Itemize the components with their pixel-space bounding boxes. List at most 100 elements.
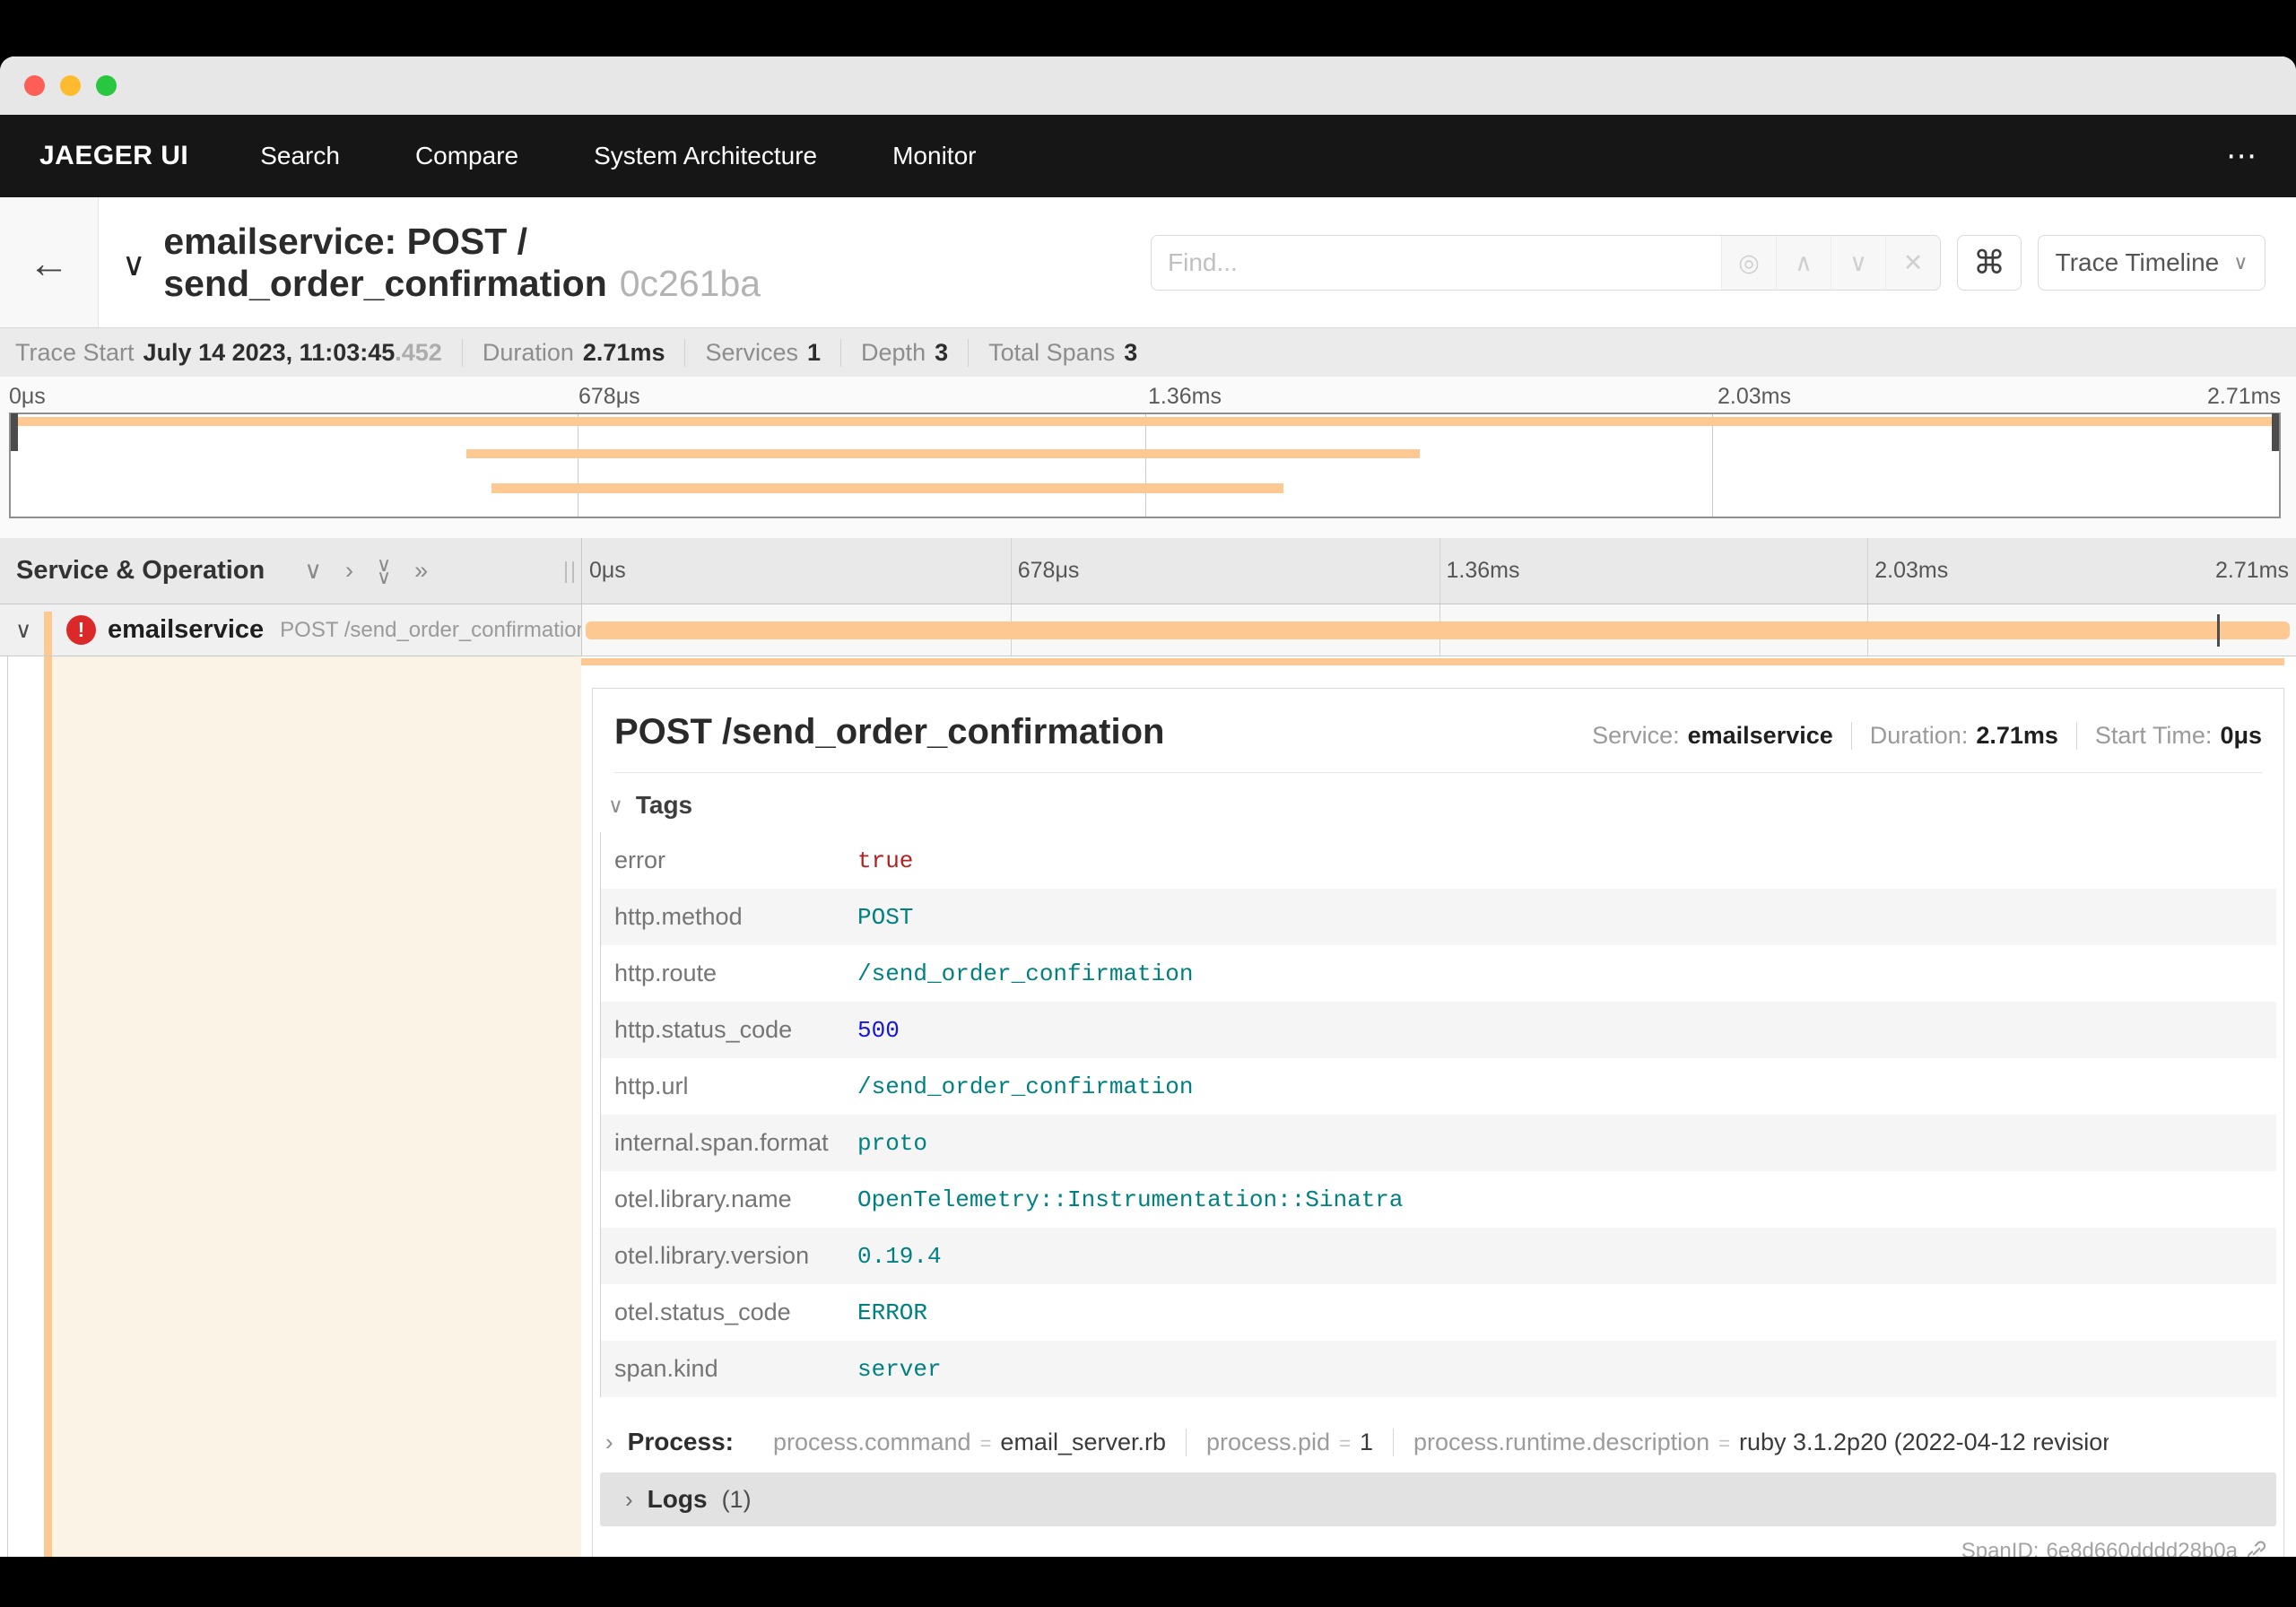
process-section-toggle[interactable]: › Process: process.command = email_serve… <box>605 1428 2283 1456</box>
tick-label: 0μs <box>9 384 46 409</box>
tags-section-toggle[interactable]: ∨ Tags <box>608 791 2283 820</box>
tree-controls: ∨ › ∨ ∨ » <box>304 554 428 586</box>
span-detail-zone: POST /send_order_confirmation Service: e… <box>0 656 2296 1557</box>
span-id-value: 6e8d660dddd28b0a <box>2046 1539 2238 1557</box>
collapse-one-icon[interactable]: ∨ <box>304 559 322 583</box>
locate-span-icon[interactable]: ◎ <box>1721 236 1776 290</box>
find-group: ◎ ∧ ∨ ✕ <box>1151 235 1941 291</box>
meta-duration: Duration: 2.71ms <box>1850 722 2076 750</box>
close-window-button[interactable] <box>24 75 45 96</box>
operation-name: POST /send_order_confirmation <box>280 617 588 642</box>
process-pid: process.pid = 1 <box>1186 1428 1393 1456</box>
span-id-label: SpanID: <box>1961 1539 2039 1557</box>
tag-row: http.method POST <box>601 889 2276 945</box>
row-collapse-chevron-icon[interactable]: ∨ <box>15 617 31 644</box>
tag-row: otel.library.name OpenTelemetry::Instrum… <box>601 1171 2276 1228</box>
minimap-gridline <box>1144 414 1146 517</box>
service-operation-title: Service & Operation <box>16 556 265 585</box>
top-navbar: JAEGER UI Search Compare System Architec… <box>0 115 2296 197</box>
span-detail-card: POST /send_order_confirmation Service: e… <box>592 688 2284 1557</box>
command-icon: ⌘ <box>1973 244 2005 281</box>
trace-summary-bar: Trace Start July 14 2023, 11:03:45.452 D… <box>0 327 2296 377</box>
span-row-emailservice[interactable]: ∨ ! emailservice POST /send_order_confir… <box>0 604 2296 656</box>
copy-link-icon[interactable] <box>2245 1540 2268 1557</box>
ruler-label: 678μs <box>1017 558 1080 583</box>
collapse-header-chevron-icon[interactable]: ∨ <box>122 246 145 305</box>
trace-start: Trace Start July 14 2023, 11:03:45.452 <box>15 338 442 366</box>
ruler-label: 0μs <box>589 558 626 583</box>
trace-minimap: 0μs 678μs 1.36ms 2.03ms 2.71ms <box>0 377 2296 538</box>
find-input[interactable] <box>1152 236 1721 290</box>
minimap-span-bar <box>15 417 2274 426</box>
minimap-tick-labels: 0μs 678μs 1.36ms 2.03ms 2.71ms <box>0 377 2296 413</box>
ruler-label: 2.03ms <box>1874 558 1949 583</box>
column-resize-handle[interactable] <box>565 561 574 583</box>
span-log-marker[interactable] <box>2217 614 2221 647</box>
tag-row: span.kind server <box>601 1341 2276 1397</box>
tick-label: 2.03ms <box>1718 384 1791 409</box>
screenshot: JAEGER UI Search Compare System Architec… <box>0 0 2296 1607</box>
nav-items: Search Compare System Architecture Monit… <box>260 142 976 170</box>
app-window: JAEGER UI Search Compare System Architec… <box>0 56 2296 1557</box>
ruler-label: 1.36ms <box>1446 558 1520 583</box>
logs-section-title: Logs <box>647 1485 708 1513</box>
divider <box>614 772 2262 773</box>
trace-title-line2: send_order_confirmation <box>163 263 607 304</box>
chevron-down-icon: ∨ <box>2233 251 2248 274</box>
trace-start-value: July 14 2023, 11:03:45.452 <box>143 338 442 366</box>
trace-duration: Duration 2.71ms <box>461 338 685 367</box>
keyboard-shortcuts-button[interactable]: ⌘ <box>1957 235 2022 291</box>
ruler-gridline <box>1010 538 1012 604</box>
span-id-row: SpanID: 6e8d660dddd28b0a <box>593 1539 2268 1557</box>
nav-item-monitor[interactable]: Monitor <box>892 142 976 170</box>
ruler-gridline <box>1439 538 1440 604</box>
logs-count: (1) <box>721 1485 752 1513</box>
expand-all-icon[interactable]: » <box>414 559 428 583</box>
nav-item-compare[interactable]: Compare <box>415 142 518 170</box>
find-clear-icon[interactable]: ✕ <box>1885 236 1940 290</box>
nav-item-system-architecture[interactable]: System Architecture <box>594 142 817 170</box>
minimap-right-scrub-handle[interactable] <box>2272 413 2279 451</box>
tick-label: 2.71ms <box>2207 384 2281 409</box>
trace-total-spans: Total Spans 3 <box>968 338 1157 367</box>
collapse-all-icon[interactable]: ∨ ∨ <box>377 554 391 586</box>
trace-id: 0c261ba <box>619 263 761 304</box>
chevron-right-icon: › <box>605 1428 613 1455</box>
macos-titlebar <box>0 56 2296 115</box>
timeline-columns-header: Service & Operation ∨ › ∨ ∨ » 0μs 678μs … <box>0 538 2296 604</box>
tag-row: error true <box>601 832 2276 889</box>
nav-item-search[interactable]: Search <box>260 142 340 170</box>
chevron-right-icon: › <box>625 1485 633 1513</box>
zoom-window-button[interactable] <box>96 75 117 96</box>
ruler-label: 2.71ms <box>2215 558 2289 583</box>
tag-row: internal.span.format proto <box>601 1115 2276 1171</box>
error-icon: ! <box>66 615 96 645</box>
span-duration-bar[interactable] <box>586 621 2290 639</box>
minimap-span-bar <box>491 483 1283 493</box>
span-detail-title: POST /send_order_confirmation <box>614 712 1165 751</box>
minimap-left-scrub-handle[interactable] <box>11 413 18 451</box>
tag-row: otel.library.version 0.19.4 <box>601 1228 2276 1284</box>
header-controls: ◎ ∧ ∨ ✕ ⌘ Trace Timeline ∨ <box>1151 235 2266 291</box>
view-selector-dropdown[interactable]: Trace Timeline ∨ <box>2038 235 2266 291</box>
minimize-window-button[interactable] <box>60 75 81 96</box>
trace-title-block: ∨ emailservice: POST / send_order_confir… <box>122 221 761 305</box>
chevron-down-icon: ∨ <box>608 793 623 817</box>
logs-section-toggle[interactable]: › Logs (1) <box>600 1472 2276 1526</box>
timeline-ruler: 0μs 678μs 1.36ms 2.03ms 2.71ms <box>581 538 2296 604</box>
minimap-gridline <box>1711 414 1713 517</box>
span-detail-header: POST /send_order_confirmation Service: e… <box>593 689 2283 752</box>
span-row-timeline[interactable] <box>581 604 2296 656</box>
tags-table: error true http.method POST http.route /… <box>600 832 2276 1397</box>
back-button[interactable]: ← <box>0 197 99 327</box>
minimap-canvas[interactable] <box>9 413 2281 518</box>
expand-one-icon[interactable]: › <box>345 559 353 583</box>
find-prev-icon[interactable]: ∧ <box>1776 236 1831 290</box>
jaeger-logo[interactable]: JAEGER UI <box>39 141 188 171</box>
tick-label: 678μs <box>578 384 640 409</box>
span-detail-meta: Service: emailservice Duration: 2.71ms S… <box>1574 722 2262 750</box>
span-row-name-column[interactable]: ∨ ! emailservice POST /send_order_confir… <box>0 604 588 656</box>
trace-depth: Depth 3 <box>840 338 968 367</box>
find-next-icon[interactable]: ∨ <box>1831 236 1885 290</box>
view-selector-label: Trace Timeline <box>2055 248 2220 276</box>
